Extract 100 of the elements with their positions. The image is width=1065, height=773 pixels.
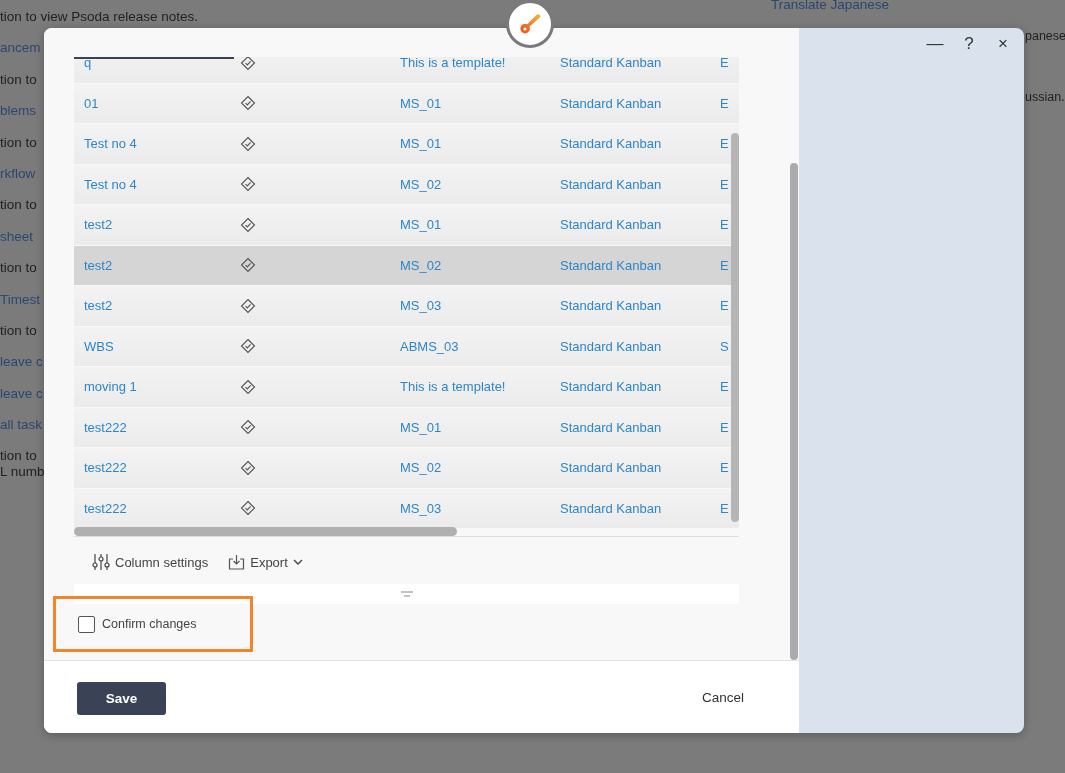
- cancel-button[interactable]: Cancel: [701, 689, 744, 705]
- table-cell[interactable]: E: [720, 136, 739, 152]
- table-cell[interactable]: Standard Kanban: [560, 176, 720, 192]
- table-cell[interactable]: test222: [84, 460, 240, 476]
- save-button[interactable]: Save: [77, 681, 166, 715]
- page-text: ussian.: [1025, 89, 1065, 106]
- table-row[interactable]: test222 MS_03 Standard Kanban E: [74, 488, 739, 529]
- checkbox-label[interactable]: Confirm changes: [102, 617, 197, 631]
- table-cell[interactable]: MS_02: [400, 460, 560, 476]
- table-cell[interactable]: MS_01: [400, 95, 560, 111]
- table-cell[interactable]: test222: [84, 419, 240, 435]
- scrollbar[interactable]: [74, 527, 457, 536]
- table-cell[interactable]: MS_01: [400, 136, 560, 152]
- table-cell[interactable]: E: [720, 176, 739, 192]
- table-cell[interactable]: E: [720, 95, 739, 111]
- table-row[interactable]: Test no 4 MS_01 Standard Kanban E: [74, 124, 739, 165]
- table-row[interactable]: 01 MS_01 Standard Kanban E: [74, 83, 739, 124]
- milestone-icon: [240, 135, 256, 152]
- page-link[interactable]: rkflow: [0, 163, 36, 196]
- table-cell[interactable]: Standard Kanban: [560, 57, 720, 71]
- export-button[interactable]: Export: [228, 550, 303, 574]
- sliders-icon: [92, 553, 110, 571]
- table-cell[interactable]: E: [720, 298, 739, 314]
- table-cell[interactable]: Test no 4: [84, 136, 240, 152]
- table-cell[interactable]: E: [720, 460, 739, 476]
- milestone-icon: [240, 338, 256, 355]
- table-row[interactable]: q This is a template! Standard Kanban E: [74, 57, 739, 84]
- page-link[interactable]: Timest: [0, 289, 40, 321]
- milestone-icon: [240, 297, 256, 314]
- table-cell[interactable]: S: [720, 338, 739, 354]
- milestone-icon: [240, 257, 256, 274]
- table-cell[interactable]: Standard Kanban: [560, 217, 720, 233]
- table-cell[interactable]: E: [720, 379, 739, 395]
- table-cell[interactable]: test2: [84, 257, 240, 273]
- page-link[interactable]: all task: [0, 415, 43, 447]
- table-cell[interactable]: MS_01: [400, 419, 560, 435]
- table-cell[interactable]: 01: [84, 95, 240, 111]
- page-text: tion to: [0, 321, 37, 340]
- page-text: tion to: [0, 196, 37, 215]
- table-cell[interactable]: E: [720, 57, 739, 71]
- table-cell[interactable]: test2: [84, 298, 240, 314]
- table-cell[interactable]: E: [720, 419, 739, 435]
- resize-handle-icon[interactable]: [400, 591, 413, 597]
- table-cell[interactable]: E: [720, 217, 739, 233]
- milestone-icon: [240, 378, 256, 395]
- confirm-checkbox[interactable]: Confirm changes: [78, 615, 197, 633]
- table-cell[interactable]: q: [84, 57, 240, 71]
- help-button[interactable]: ?: [956, 31, 982, 57]
- table-cell[interactable]: ABMS_03: [400, 338, 560, 354]
- milestone-icon: [240, 419, 256, 436]
- minimize-button[interactable]: —: [922, 31, 948, 57]
- milestone-icon: [240, 216, 256, 233]
- table-cell[interactable]: Standard Kanban: [560, 500, 720, 516]
- page-text: L numb: [0, 463, 45, 482]
- table-cell[interactable]: Standard Kanban: [560, 460, 720, 476]
- table-cell[interactable]: Standard Kanban: [560, 136, 720, 152]
- page-link[interactable]: blems: [0, 101, 36, 133]
- table-cell[interactable]: E: [720, 500, 739, 516]
- page-link[interactable]: leave c: [0, 352, 43, 384]
- column-settings-button[interactable]: Column settings: [92, 550, 209, 574]
- table-cell[interactable]: Standard Kanban: [560, 379, 720, 395]
- milestone-icon: [240, 500, 256, 517]
- download-icon: [228, 554, 246, 570]
- table-cell[interactable]: Standard Kanban: [560, 419, 720, 435]
- page-text: tion to: [0, 133, 37, 152]
- page-link[interactable]: Translate Japanese: [771, 0, 890, 27]
- table-cell[interactable]: This is a template!: [400, 379, 560, 395]
- table-cell[interactable]: MS_01: [400, 217, 560, 233]
- close-button[interactable]: ×: [990, 31, 1016, 57]
- page-link[interactable]: leave c: [0, 383, 43, 416]
- table-cell[interactable]: Standard Kanban: [560, 95, 720, 111]
- milestone-icon: [240, 459, 256, 476]
- table-cell[interactable]: MS_02: [400, 257, 560, 273]
- table-cell[interactable]: E: [720, 257, 739, 273]
- table-cell[interactable]: WBS: [84, 338, 240, 354]
- page-text: tion to: [0, 447, 37, 463]
- milestone-icon: [240, 176, 256, 193]
- table-cell[interactable]: Test no 4: [84, 176, 240, 192]
- table-cell[interactable]: MS_03: [400, 500, 560, 516]
- table-cell[interactable]: test2: [84, 217, 240, 233]
- table-cell[interactable]: test222: [84, 500, 240, 516]
- page-text: tion to: [0, 70, 37, 89]
- table-cell[interactable]: Standard Kanban: [560, 298, 720, 314]
- table-cell[interactable]: MS_03: [400, 298, 560, 314]
- table-cell[interactable]: moving 1: [84, 379, 240, 395]
- milestone-icon: [240, 57, 256, 71]
- table-cell[interactable]: This is a template!: [400, 57, 560, 71]
- page-text: tion to view Psoda release notes.: [0, 8, 199, 26]
- page-link[interactable]: sheet: [0, 226, 34, 259]
- scrollbar[interactable]: [790, 163, 798, 660]
- chevron-down-icon: [292, 558, 303, 566]
- milestone-icon: [240, 95, 256, 112]
- checkbox[interactable]: [78, 615, 95, 633]
- table-cell[interactable]: MS_02: [400, 176, 560, 192]
- scrollbar[interactable]: [731, 133, 739, 522]
- page-text: tion to: [0, 259, 37, 278]
- page-link[interactable]: ancem: [0, 38, 41, 70]
- table-cell[interactable]: Standard Kanban: [560, 257, 720, 273]
- table-cell[interactable]: Standard Kanban: [560, 338, 720, 354]
- page-text: panese: [1025, 28, 1065, 45]
